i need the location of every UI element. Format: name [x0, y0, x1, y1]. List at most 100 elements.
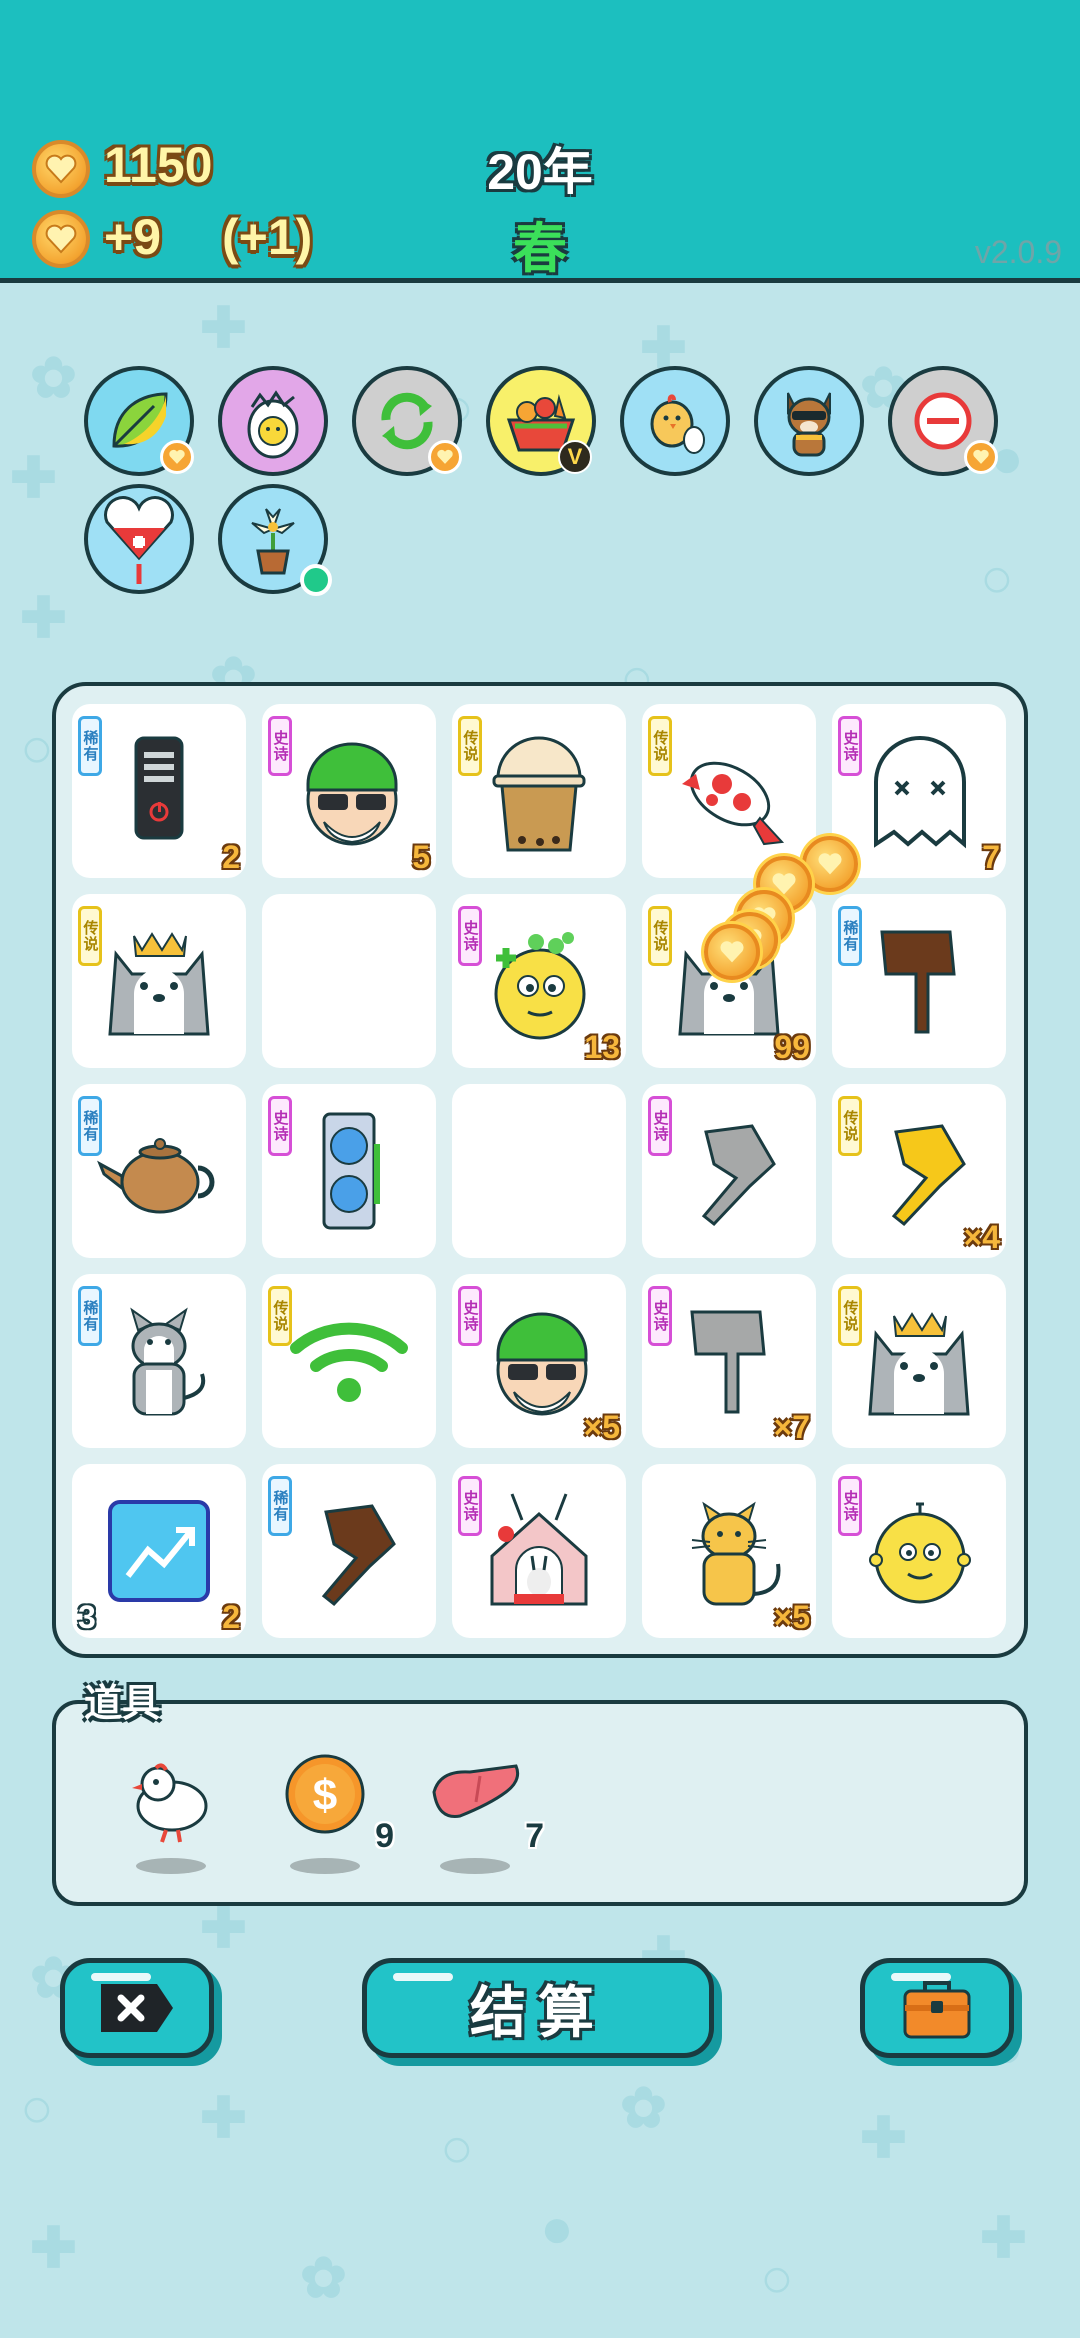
board-cell[interactable]: 稀有 [832, 894, 1006, 1068]
board-cell[interactable]: 传说 [262, 1274, 436, 1448]
board-cell[interactable]: 稀有 2 [72, 704, 246, 878]
income-coin-icon [32, 210, 90, 268]
buff-egg[interactable] [218, 366, 328, 476]
items-panel: $ 9 7 [52, 1700, 1028, 1906]
svg-text:$: $ [313, 1771, 337, 1820]
king-husky-icon [108, 932, 210, 1036]
top-hud: 1150 +9 (+1) 20年 春 v2.0.9 [0, 0, 1080, 283]
button-shine [891, 1973, 951, 1981]
green-hat-man-icon [306, 742, 398, 846]
buff-fruit-basket[interactable]: V [486, 366, 596, 476]
buff-recycle[interactable] [352, 366, 462, 476]
year-label: 20年 [487, 144, 593, 200]
board-cell[interactable]: 史诗 5 [262, 704, 436, 878]
board-cell[interactable]: 稀有 [72, 1084, 246, 1258]
board-cell-empty[interactable] [452, 1084, 626, 1258]
board-cell[interactable]: 传说 ×4 [832, 1084, 1006, 1258]
buff-leaf[interactable] [84, 366, 194, 476]
brown-finger-point-icon [321, 1504, 396, 1607]
item-count: 13 [584, 1029, 620, 1065]
heart-badge-icon [428, 440, 462, 474]
active-indicator [300, 564, 332, 596]
king-husky-icon [868, 1312, 970, 1416]
slot-board: 稀有 2 史诗 5 传说 传说 史诗 7 传说 史诗 13 传说 99 稀有 稀… [52, 682, 1028, 1658]
vip-badge: V [558, 440, 592, 474]
item-count: 2 [222, 839, 240, 875]
item-shadow [440, 1858, 510, 1874]
season-label: 春 [513, 219, 567, 279]
board-cell[interactable]: 史诗 7 [832, 704, 1006, 878]
trend-chart-icon [108, 1500, 210, 1602]
board-cell[interactable]: 史诗 [262, 1084, 436, 1258]
buff-cool-dog[interactable] [754, 366, 864, 476]
graphics-card-icon [322, 1112, 380, 1230]
board-cell[interactable]: 传说 [72, 894, 246, 1068]
buff-flower-pot[interactable] [218, 484, 332, 596]
buff-heart-medal[interactable] [84, 484, 194, 594]
item-count: 99 [774, 1029, 810, 1065]
heart-badge-icon [964, 440, 998, 474]
rabbit-house-icon [490, 1493, 588, 1606]
gray-finger-point-icon [701, 1124, 776, 1227]
briefcase-icon [903, 1981, 971, 2039]
wifi-icon [290, 1322, 408, 1402]
income-value: +9 [104, 209, 162, 265]
settle-button-label: 结算 [470, 1980, 606, 2044]
item-level: 3 [78, 1599, 96, 1635]
board-cell[interactable]: 稀有 [72, 1274, 246, 1448]
item-shadow [136, 1858, 206, 1874]
board-cell[interactable]: 3 2 [72, 1464, 246, 1638]
coin-icon [32, 140, 90, 198]
board-cell[interactable]: 史诗 [642, 1084, 816, 1258]
close-tag-icon [101, 1984, 173, 2032]
flying-coin-icon [704, 924, 760, 980]
item-count: ×4 [963, 1219, 1000, 1255]
liver-icon [432, 1764, 520, 1818]
item-count: 5 [412, 839, 430, 875]
board-cell[interactable]: 传说 [642, 704, 816, 878]
board-cell[interactable]: 史诗 ×5 [452, 1274, 626, 1448]
board-cell[interactable]: 传说 [832, 1274, 1006, 1448]
item-shadow [290, 1858, 360, 1874]
item-count: ×5 [583, 1409, 620, 1445]
buff-chick[interactable] [620, 366, 730, 476]
phone-battery-icon [134, 736, 184, 840]
board-cell-empty[interactable] [262, 894, 436, 1068]
item-count: 7 [982, 839, 1000, 875]
board-cell[interactable]: 史诗 [452, 1464, 626, 1638]
board-cell[interactable]: 稀有 [262, 1464, 436, 1638]
sitting-husky-icon [130, 1307, 206, 1416]
item-slot[interactable]: $ 9 [270, 1744, 394, 1874]
board-cell[interactable]: 史诗 13 [452, 894, 626, 1068]
coin-total: 1150 [104, 137, 213, 193]
board-cell[interactable]: ×5 [642, 1464, 816, 1638]
heart-badge-icon [160, 440, 194, 474]
item-count: 2 [222, 1599, 240, 1635]
settle-button[interactable]: 结算 [362, 1958, 714, 2058]
board-cell[interactable]: 史诗 [832, 1464, 1006, 1638]
board-cell[interactable]: 传说 [452, 704, 626, 878]
item-slot[interactable]: 7 [420, 1744, 544, 1874]
chick-egg-icon [650, 394, 705, 454]
buff-remove[interactable] [888, 366, 998, 476]
brown-finger-down-icon [880, 930, 956, 1034]
item-slot[interactable] [116, 1744, 226, 1874]
white-bird-icon [132, 1763, 208, 1843]
inventory-button[interactable] [860, 1958, 1014, 2058]
income-bonus: (+1) [222, 209, 313, 265]
heart-medal-icon [104, 496, 174, 584]
koi-fish-icon [682, 761, 785, 846]
item-count: 7 [525, 1817, 544, 1855]
ghost-icon [874, 736, 966, 849]
minus-circle-icon [914, 392, 972, 450]
items-title: 道具 [84, 1683, 161, 1725]
yellow-face-icon [869, 1502, 971, 1604]
version-label: v2.0.9 [974, 234, 1062, 270]
bubble-tea-icon [492, 736, 586, 852]
button-shine [91, 1973, 151, 1981]
board-cell[interactable]: 史诗 ×7 [642, 1274, 816, 1448]
close-button[interactable] [60, 1958, 214, 2058]
potted-flower-icon [251, 508, 295, 575]
button-shine [393, 1973, 453, 1981]
teapot-icon [97, 1138, 215, 1214]
